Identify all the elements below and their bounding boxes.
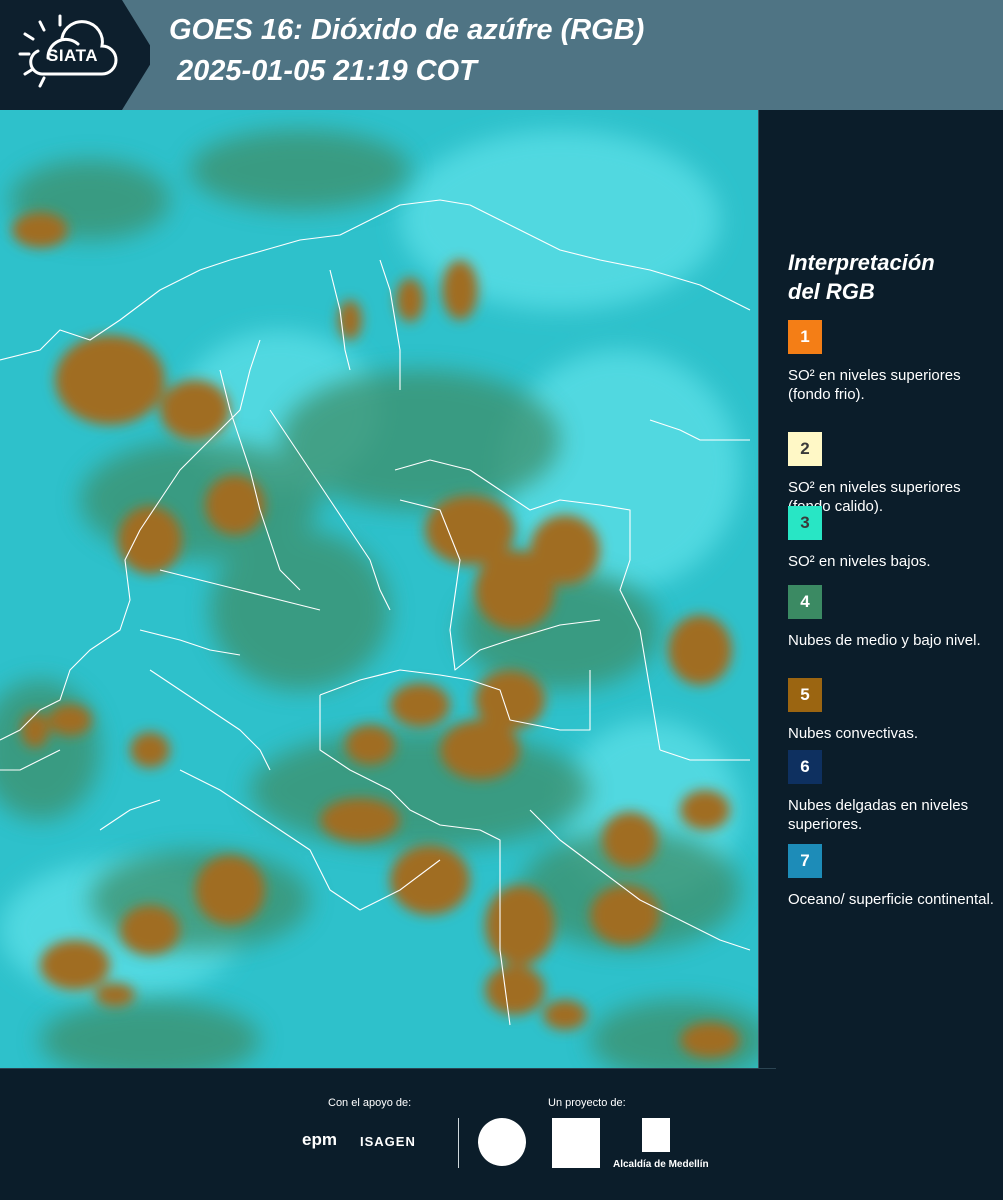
legend-item-7: 7 Oceano/ superficie continental. [788, 844, 998, 909]
legend-swatch-6: 6 [788, 750, 822, 784]
legend-label-6: Nubes delgadas en niveles superiores. [788, 797, 969, 833]
medellin-seal-icon [478, 1118, 526, 1166]
legend-swatch-4: 4 [788, 585, 822, 619]
legend-item-3: 3 SO² en niveles bajos. [788, 506, 998, 571]
support-caption: Con el apoyo de: [328, 1097, 412, 1109]
alcaldia-shield-icon [642, 1118, 670, 1152]
legend-swatch-5: 5 [788, 678, 822, 712]
header-bar: SIATA GOES 16: Dióxido de azúfre (RGB) 2… [0, 0, 1003, 110]
legend-swatch-3: 3 [788, 506, 822, 540]
alcaldia-text: Alcaldía de Medellín [613, 1159, 709, 1170]
legend-item-2: 2 SO² en niveles superiores (fondo calido… [788, 432, 998, 516]
legend-label-4: Nubes de medio y bajo nivel. [788, 632, 981, 649]
legend-title-line1: Interpretación [788, 250, 935, 275]
legend-item-6: 6 Nubes delgadas en niveles superiores. [788, 750, 998, 834]
legend-title: Interpretación del RGB [788, 248, 988, 306]
legend-item-1: 1 SO² en niveles superiores (fondo frio). [788, 320, 998, 404]
legend-label-1: SO² en niveles superiores (fondo frio). [788, 367, 961, 403]
footer-divider [0, 1068, 776, 1069]
epm-logo: epm [302, 1130, 337, 1149]
legend-label-3: SO² en niveles bajos. [788, 553, 931, 570]
isagen-logo: ISAGEN [360, 1134, 416, 1149]
page-title-line1: GOES 16: Dióxido de azúfre (RGB) [169, 14, 645, 46]
legend-item-5: 5 Nubes convectivas. [788, 678, 998, 743]
legend-swatch-1: 1 [788, 320, 822, 354]
page-title-line2: 2025-01-05 21:19 COT [177, 55, 477, 87]
legend-label-5: Nubes convectivas. [788, 725, 919, 742]
legend-swatch-2: 2 [788, 432, 822, 466]
rgb-composite-image [0, 110, 758, 1068]
legend-swatch-7: 7 [788, 844, 822, 878]
siata-logo: SIATA [0, 0, 150, 110]
legend-panel: Interpretación del RGB 1 SO² en niveles s… [788, 248, 994, 908]
logo-divider [458, 1118, 459, 1168]
project-caption: Un proyecto de: [548, 1097, 626, 1109]
siata-logo-text: SIATA [47, 46, 98, 65]
area-metropolitana-logo [552, 1118, 600, 1168]
legend-label-7: Oceano/ superficie continental. [788, 891, 994, 908]
legend-title-line2: del RGB [788, 279, 875, 304]
satellite-map [0, 110, 759, 1068]
legend-item-4: 4 Nubes de medio y bajo nivel. [788, 585, 998, 650]
